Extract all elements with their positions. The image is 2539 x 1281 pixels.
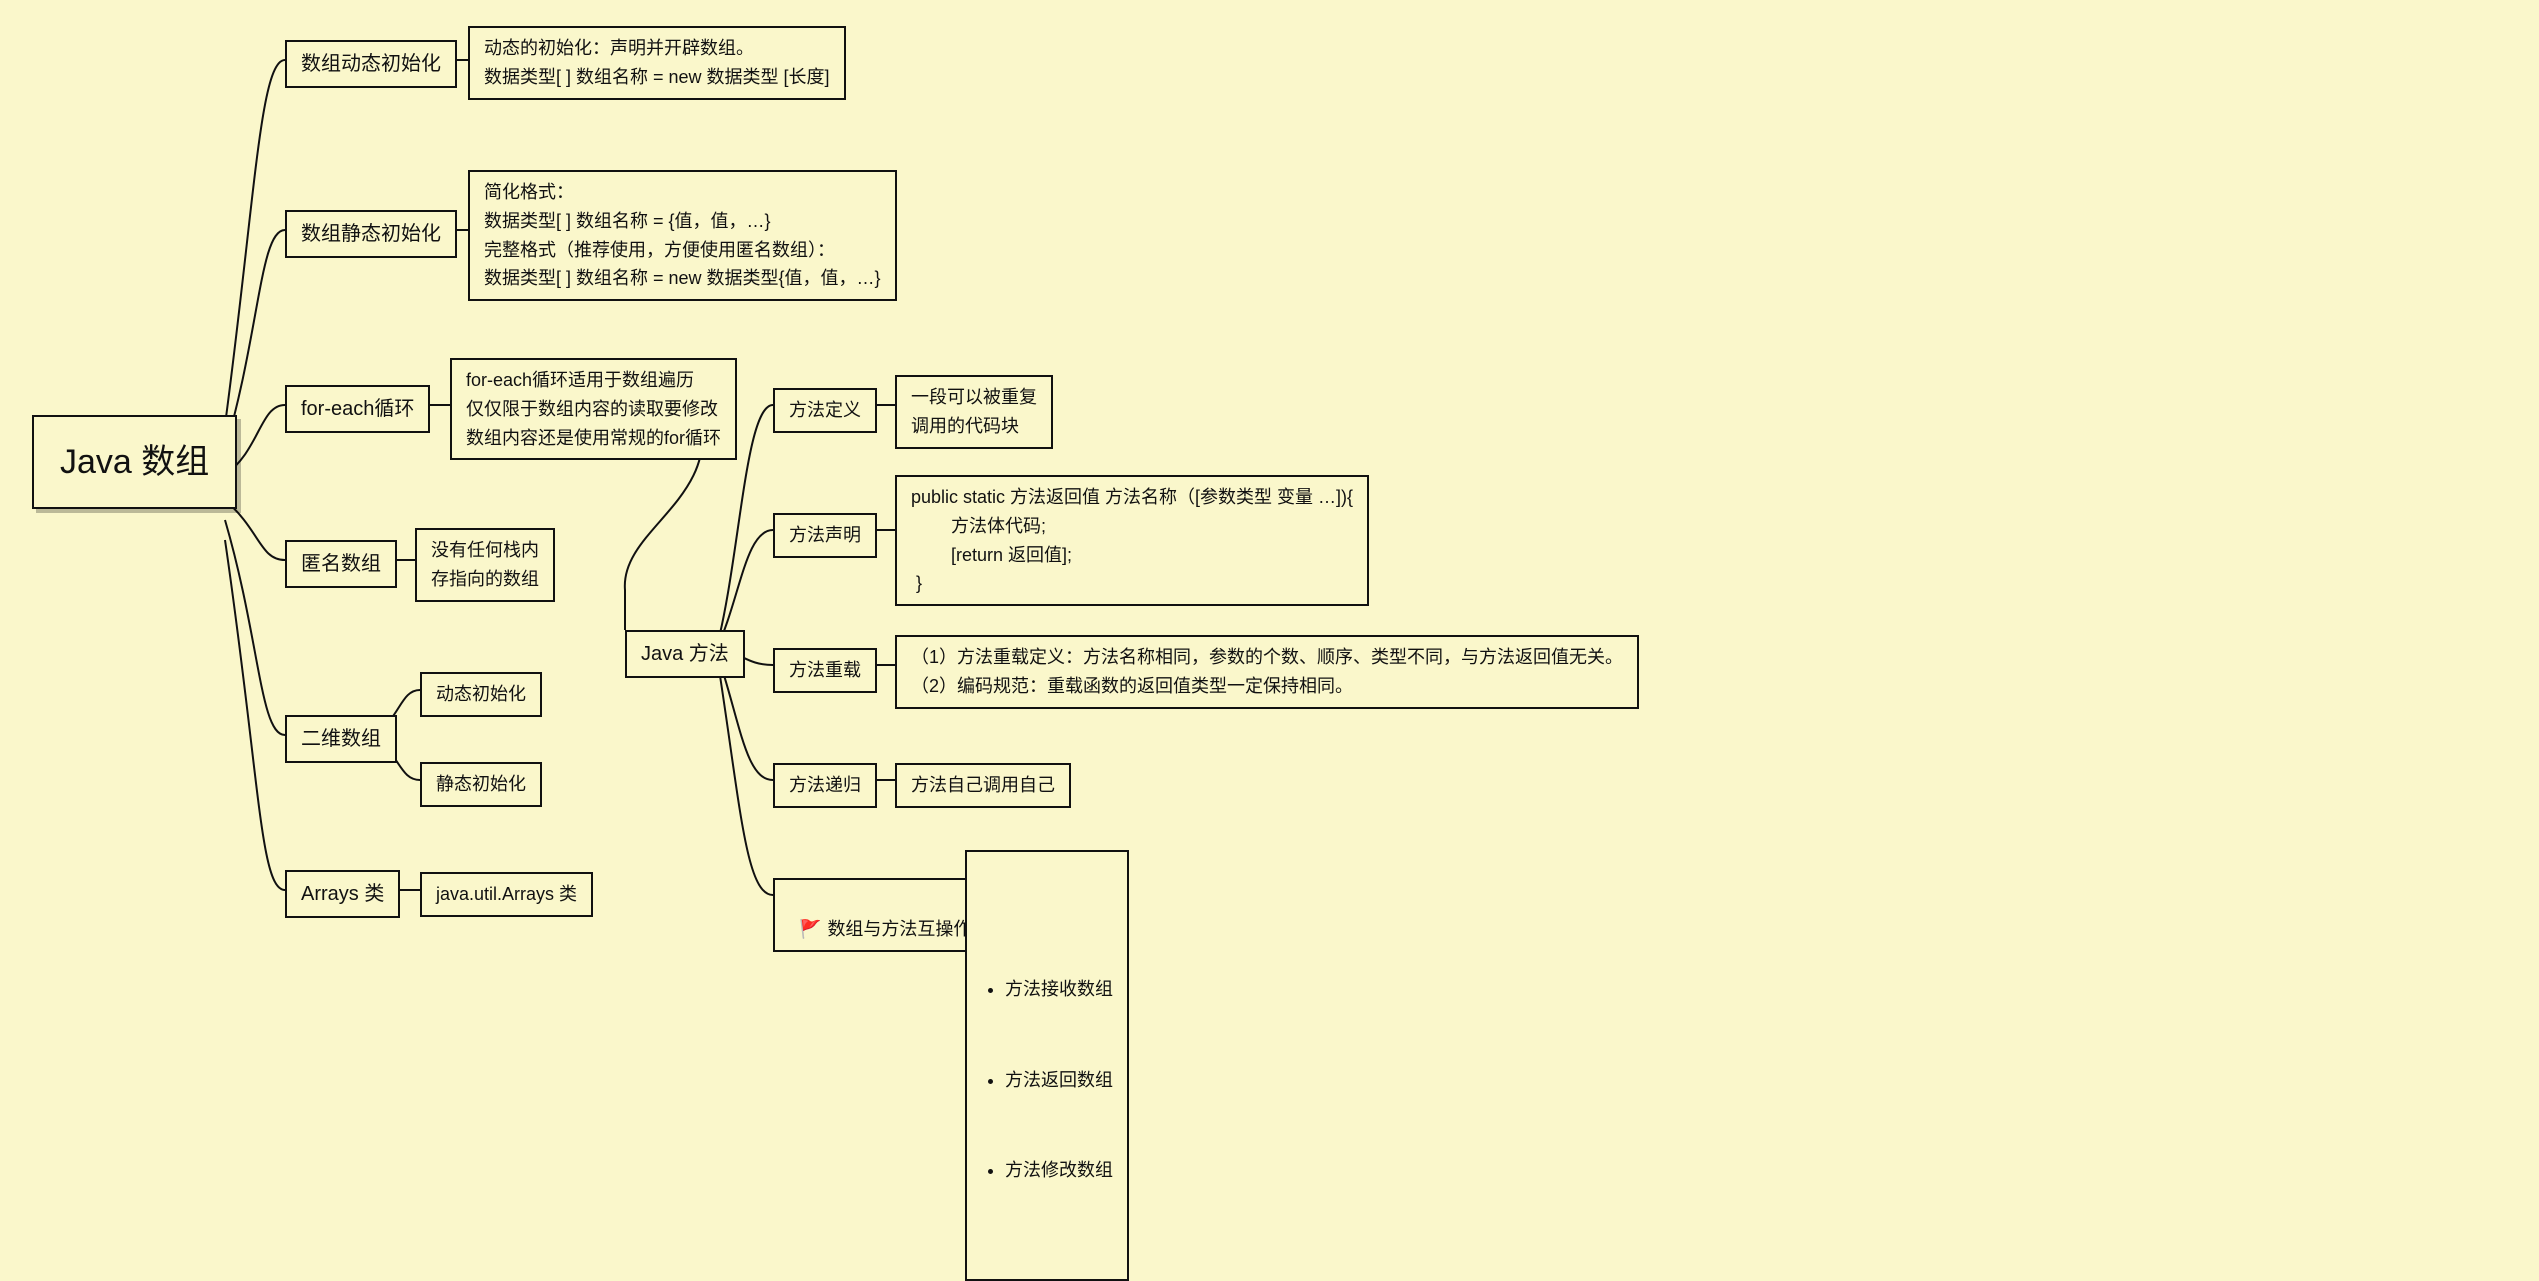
interop-bullet-2: 方法修改数组: [1005, 1156, 1113, 1185]
root-node[interactable]: Java 数组: [32, 415, 237, 509]
method-declaration-detail: public static 方法返回值 方法名称（[参数类型 变量 …]){ 方…: [895, 475, 1369, 606]
method-declaration[interactable]: 方法声明: [773, 513, 877, 558]
branch-anonymous-array[interactable]: 匿名数组: [285, 540, 397, 588]
branch-2d-dynamic[interactable]: 动态初始化: [420, 672, 542, 717]
array-method-interop[interactable]: 🚩 数组与方法互操作: [773, 878, 987, 952]
method-overload[interactable]: 方法重载: [773, 648, 877, 693]
branch-for-each[interactable]: for-each循环: [285, 385, 430, 433]
method-definition-detail: 一段可以被重复 调用的代码块: [895, 375, 1053, 449]
branch-dynamic-init-detail: 动态的初始化：声明并开辟数组。 数据类型[ ] 数组名称 = new 数据类型 …: [468, 26, 846, 100]
flag-icon: 🚩: [799, 915, 821, 944]
branch-for-each-detail: for-each循环适用于数组遍历 仅仅限于数组内容的读取要修改 数组内容还是使…: [450, 358, 737, 460]
branch-arrays-class[interactable]: Arrays 类: [285, 870, 400, 918]
branch-arrays-class-detail: java.util.Arrays 类: [420, 872, 593, 917]
branch-2d-array[interactable]: 二维数组: [285, 715, 397, 763]
array-method-interop-label: 数组与方法互操作: [827, 919, 971, 939]
array-method-interop-detail: 方法接收数组 方法返回数组 方法修改数组: [965, 850, 1129, 1281]
branch-dynamic-init[interactable]: 数组动态初始化: [285, 40, 457, 88]
method-overload-detail: （1）方法重载定义：方法名称相同，参数的个数、顺序、类型不同，与方法返回值无关。…: [895, 635, 1639, 709]
interop-bullet-1: 方法返回数组: [1005, 1066, 1113, 1095]
method-definition[interactable]: 方法定义: [773, 388, 877, 433]
branch-static-init-detail: 简化格式： 数据类型[ ] 数组名称 = {值，值，…} 完整格式（推荐使用，方…: [468, 170, 897, 301]
method-recursion-detail: 方法自己调用自己: [895, 763, 1071, 808]
branch-static-init[interactable]: 数组静态初始化: [285, 210, 457, 258]
branch-anonymous-array-detail: 没有任何栈内 存指向的数组: [415, 528, 555, 602]
branch-2d-static[interactable]: 静态初始化: [420, 762, 542, 807]
interop-bullet-0: 方法接收数组: [1005, 975, 1113, 1004]
method-recursion[interactable]: 方法递归: [773, 763, 877, 808]
java-method-node[interactable]: Java 方法: [625, 630, 745, 678]
